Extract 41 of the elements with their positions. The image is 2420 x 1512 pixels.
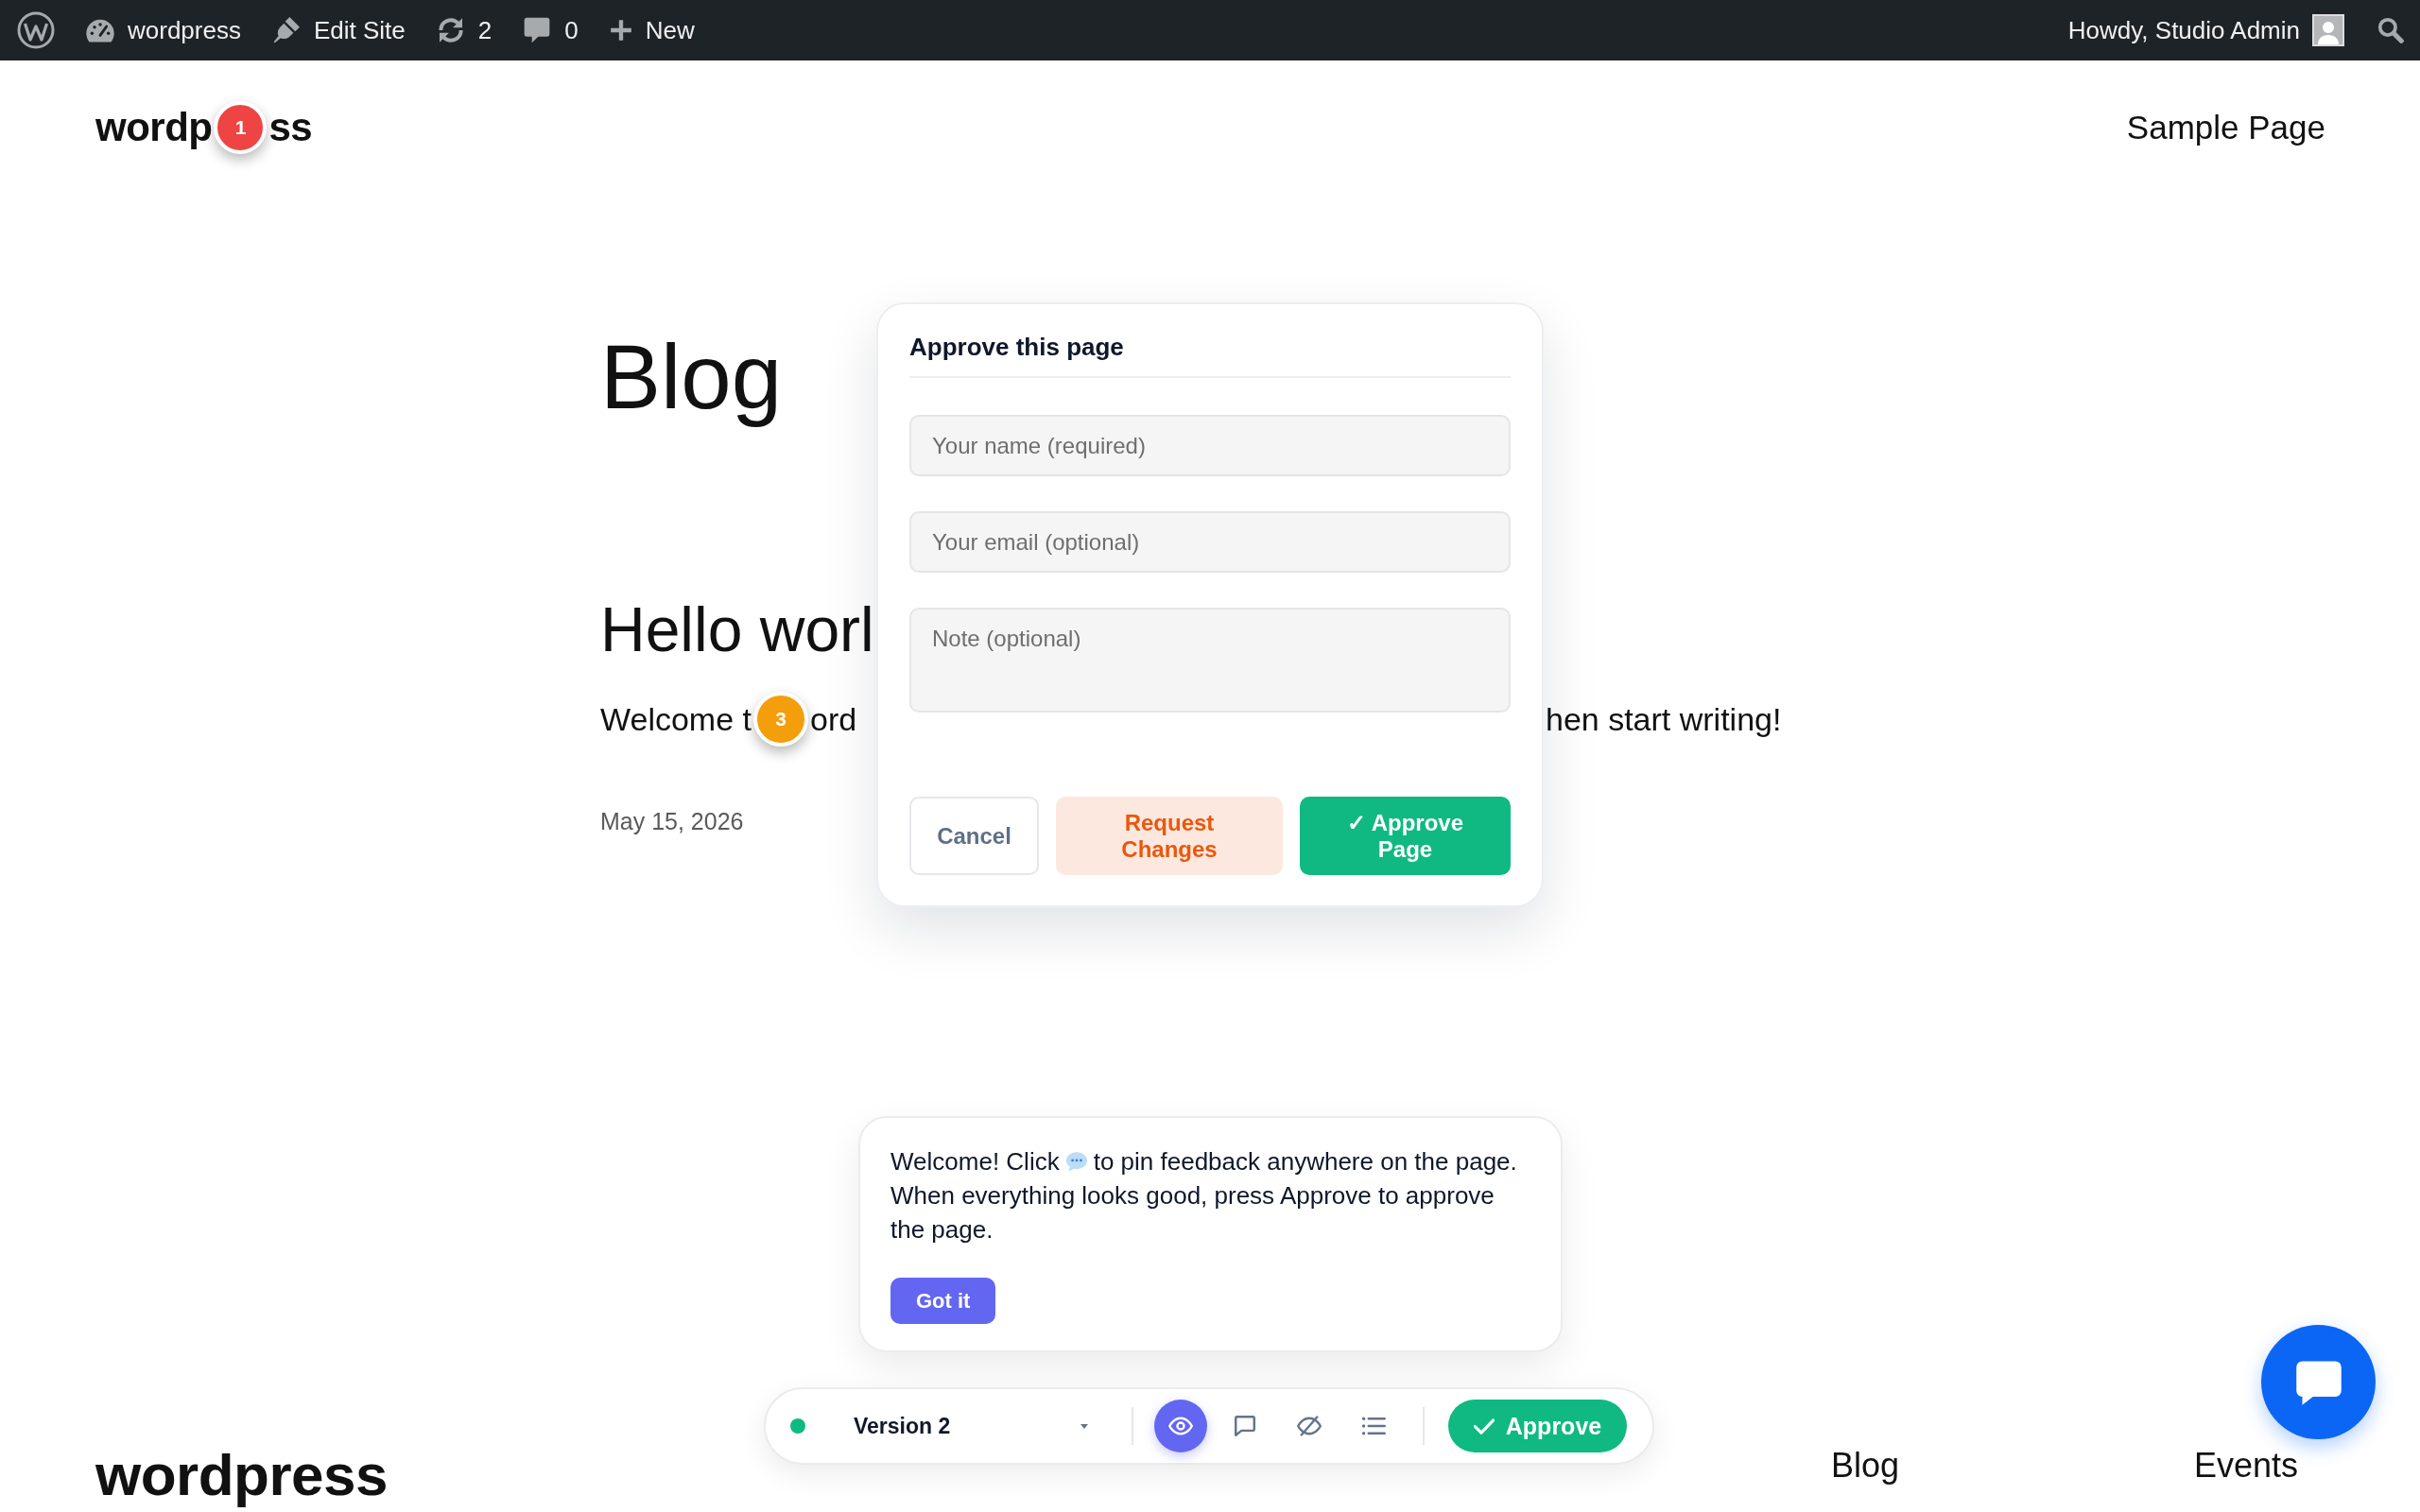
note-field[interactable]: Note (optional): [909, 608, 1511, 713]
post-date: May 15, 2026: [600, 807, 744, 836]
got-it-button[interactable]: Got it: [890, 1278, 996, 1324]
post-excerpt: ord: [810, 700, 857, 739]
version-select[interactable]: Version 2: [832, 1401, 1101, 1451]
post-excerpt: Welcome t: [600, 700, 752, 739]
view-mode-button[interactable]: [1154, 1400, 1207, 1452]
post-title[interactable]: Hello worl: [600, 598, 874, 661]
new-content-link[interactable]: New: [593, 0, 710, 60]
dialog-title: Approve this page: [909, 332, 1125, 362]
eye-off-icon: [1297, 1416, 1322, 1436]
account-link[interactable]: Howdy, Studio Admin: [2052, 0, 2360, 60]
comments-link[interactable]: 0: [507, 0, 594, 60]
avatar-icon: [2312, 14, 2344, 46]
tip-text: to pin feedback anywhere on the page.: [1093, 1146, 1517, 1177]
chat-icon: [2294, 1359, 2342, 1405]
logo-icon: [17, 11, 55, 49]
plus-icon: [608, 18, 633, 43]
site-title[interactable]: wordp: [95, 104, 213, 151]
footer-nav-link[interactable]: Events: [2193, 1446, 2298, 1486]
footer-nav-link[interactable]: Blog: [1830, 1446, 1899, 1486]
check-icon: [1473, 1418, 1495, 1435]
site-link[interactable]: wordpress: [70, 0, 256, 60]
speech-bubble-icon: [1065, 1151, 1087, 1172]
updates-link[interactable]: 2: [420, 0, 508, 60]
eye-icon: [1168, 1416, 1193, 1436]
tip-text: Welcome! Click: [890, 1146, 1060, 1177]
nav-link[interactable]: Sample Page: [2126, 107, 2325, 148]
cancel-button[interactable]: Cancel: [909, 797, 1039, 875]
status-dot-icon: [790, 1418, 805, 1434]
caret-icon: [1080, 1423, 1088, 1429]
text-field[interactable]: Your email (optional): [909, 511, 1511, 573]
search-icon: [2377, 16, 2405, 44]
chat-button[interactable]: [2261, 1325, 2376, 1439]
list-icon: [1361, 1416, 1386, 1436]
tip-text: When everything looks good, press Approve to approve the page.: [890, 1180, 1495, 1246]
edit-site-link[interactable]: Edit Site: [255, 0, 421, 60]
post-excerpt: hen start writing!: [1546, 700, 1782, 739]
text-field[interactable]: Your name (required): [909, 415, 1511, 476]
comment-icon: [1233, 1416, 1257, 1436]
site-title[interactable]: ss: [268, 104, 313, 151]
